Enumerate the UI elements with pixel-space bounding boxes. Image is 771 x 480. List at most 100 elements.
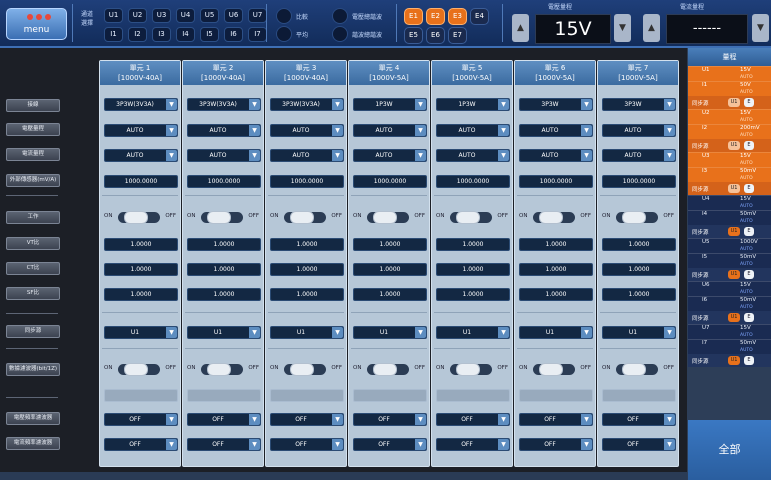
work-toggle[interactable]: ON OFF xyxy=(353,211,425,224)
current-range-select[interactable]: AUTO ▼ xyxy=(353,149,427,162)
ct-ratio-field[interactable]: 1.0000 xyxy=(104,263,178,276)
work-toggle[interactable]: ON OFF xyxy=(187,211,259,224)
voltage-filter-select[interactable]: OFF ▼ xyxy=(104,413,178,426)
current-channel-button[interactable]: I6 xyxy=(224,27,243,42)
work-toggle[interactable]: ON OFF xyxy=(270,211,342,224)
data-filter-toggle[interactable]: ON OFF xyxy=(602,363,674,376)
voltage-range-up-button[interactable]: ▼ xyxy=(614,14,631,42)
sync-e-button[interactable]: E xyxy=(744,313,754,322)
current-channel-button[interactable]: I5 xyxy=(200,27,219,42)
ct-ratio-field[interactable]: 1.0000 xyxy=(187,263,261,276)
work-toggle[interactable]: ON OFF xyxy=(519,211,591,224)
sync-u1-button[interactable]: U1 xyxy=(728,184,740,193)
sync-e-button[interactable]: E xyxy=(744,98,754,107)
sf-ratio-field[interactable]: 1.0000 xyxy=(104,288,178,301)
vt-ratio-field[interactable]: 1.0000 xyxy=(519,238,593,251)
voltage-channel-button[interactable]: U7 xyxy=(248,8,267,23)
current-range-down-button[interactable]: ▲ xyxy=(643,14,660,42)
sf-ratio-field[interactable]: 1.0000 xyxy=(270,288,344,301)
sync-e-button[interactable]: E xyxy=(744,227,754,236)
sync-u1-button[interactable]: U1 xyxy=(728,356,740,365)
current-channel-button[interactable]: I2 xyxy=(128,27,147,42)
wiring-select[interactable]: 3P3W(3V3A) ▼ xyxy=(104,98,178,111)
voltage-channel-button[interactable]: U4 xyxy=(176,8,195,23)
work-toggle[interactable]: ON OFF xyxy=(602,211,674,224)
ct-ratio-field[interactable]: 1.0000 xyxy=(519,263,593,276)
sensor-field[interactable]: 1000.0000 xyxy=(519,175,593,188)
voltage-range-down-button[interactable]: ▲ xyxy=(512,14,529,42)
element-button[interactable]: E3 xyxy=(448,8,467,25)
voltage-channel-button[interactable]: U6 xyxy=(224,8,243,23)
data-filter-toggle[interactable]: ON OFF xyxy=(104,363,176,376)
voltage-channel-button[interactable]: U2 xyxy=(128,8,147,23)
vt-ratio-field[interactable]: 1.0000 xyxy=(104,238,178,251)
work-toggle[interactable]: ON OFF xyxy=(104,211,176,224)
wiring-select[interactable]: 1P3W ▼ xyxy=(436,98,510,111)
voltage-channel-button[interactable]: U5 xyxy=(200,8,219,23)
voltage-filter-select[interactable]: OFF ▼ xyxy=(187,413,261,426)
sensor-field[interactable]: 1000.0000 xyxy=(353,175,427,188)
element-button[interactable]: E7 xyxy=(448,27,467,44)
voltage-filter-select[interactable]: OFF ▼ xyxy=(602,413,676,426)
sf-ratio-field[interactable]: 1.0000 xyxy=(353,288,427,301)
voltage-range-select[interactable]: AUTO ▼ xyxy=(436,124,510,137)
work-toggle[interactable]: ON OFF xyxy=(436,211,508,224)
current-filter-select[interactable]: OFF ▼ xyxy=(436,438,510,451)
sync-u1-button[interactable]: U1 xyxy=(728,313,740,322)
vt-ratio-field[interactable]: 1.0000 xyxy=(436,238,510,251)
voltage-range-select[interactable]: AUTO ▼ xyxy=(519,124,593,137)
sensor-field[interactable]: 1000.0000 xyxy=(436,175,510,188)
current-range-select[interactable]: AUTO ▼ xyxy=(104,149,178,162)
sensor-field[interactable]: 1000.0000 xyxy=(602,175,676,188)
data-filter-toggle[interactable]: ON OFF xyxy=(519,363,591,376)
element-button[interactable]: E4 xyxy=(470,8,489,25)
vt-ratio-field[interactable]: 1.0000 xyxy=(187,238,261,251)
voltage-channel-button[interactable]: U3 xyxy=(152,8,171,23)
current-filter-select[interactable]: OFF ▼ xyxy=(353,438,427,451)
voltage-filter-select[interactable]: OFF ▼ xyxy=(519,413,593,426)
voltage-range-select[interactable]: AUTO ▼ xyxy=(187,124,261,137)
sync-source-select[interactable]: U1 ▼ xyxy=(436,326,510,339)
sf-ratio-field[interactable]: 1.0000 xyxy=(187,288,261,301)
ct-ratio-field[interactable]: 1.0000 xyxy=(602,263,676,276)
voltage-filter-select[interactable]: OFF ▼ xyxy=(353,413,427,426)
vt-ratio-field[interactable]: 1.0000 xyxy=(270,238,344,251)
vt-ratio-field[interactable]: 1.0000 xyxy=(602,238,676,251)
sensor-field[interactable]: 1000.0000 xyxy=(187,175,261,188)
sensor-field[interactable]: 1000.0000 xyxy=(270,175,344,188)
current-channel-button[interactable]: I4 xyxy=(176,27,195,42)
sync-u1-button[interactable]: U1 xyxy=(728,270,740,279)
sync-source-select[interactable]: U1 ▼ xyxy=(187,326,261,339)
voltage-range-select[interactable]: AUTO ▼ xyxy=(602,124,676,137)
wiring-select[interactable]: 3P3W(3V3A) ▼ xyxy=(270,98,344,111)
voltage-filter-select[interactable]: OFF ▼ xyxy=(436,413,510,426)
data-filter-toggle[interactable]: ON OFF xyxy=(187,363,259,376)
wiring-select[interactable]: 3P3W ▼ xyxy=(519,98,593,111)
sync-source-select[interactable]: U1 ▼ xyxy=(519,326,593,339)
current-filter-select[interactable]: OFF ▼ xyxy=(602,438,676,451)
current-filter-select[interactable]: OFF ▼ xyxy=(519,438,593,451)
element-button[interactable]: E2 xyxy=(426,8,445,25)
voltage-range-select[interactable]: AUTO ▼ xyxy=(353,124,427,137)
voltage-range-select[interactable]: AUTO ▼ xyxy=(104,124,178,137)
vt-ratio-field[interactable]: 1.0000 xyxy=(353,238,427,251)
voltage-range-select[interactable]: AUTO ▼ xyxy=(270,124,344,137)
sync-source-select[interactable]: U1 ▼ xyxy=(104,326,178,339)
compare-radio[interactable] xyxy=(276,8,292,24)
voltage-thd-radio[interactable] xyxy=(332,8,348,24)
sync-u1-button[interactable]: U1 xyxy=(728,98,740,107)
sync-source-select[interactable]: U1 ▼ xyxy=(270,326,344,339)
wiring-select[interactable]: 3P3W ▼ xyxy=(602,98,676,111)
current-range-select[interactable]: AUTO ▼ xyxy=(519,149,593,162)
current-range-up-button[interactable]: ▼ xyxy=(752,14,769,42)
voltage-channel-button[interactable]: U1 xyxy=(104,8,123,23)
sync-e-button[interactable]: E xyxy=(744,141,754,150)
current-range-select[interactable]: AUTO ▼ xyxy=(187,149,261,162)
current-filter-select[interactable]: OFF ▼ xyxy=(187,438,261,451)
data-filter-toggle[interactable]: ON OFF xyxy=(436,363,508,376)
sync-source-select[interactable]: U1 ▼ xyxy=(353,326,427,339)
harmonic-thd-radio[interactable] xyxy=(332,26,348,42)
menu-button[interactable]: menu xyxy=(6,8,67,40)
sync-u1-button[interactable]: U1 xyxy=(728,141,740,150)
sync-u1-button[interactable]: U1 xyxy=(728,227,740,236)
